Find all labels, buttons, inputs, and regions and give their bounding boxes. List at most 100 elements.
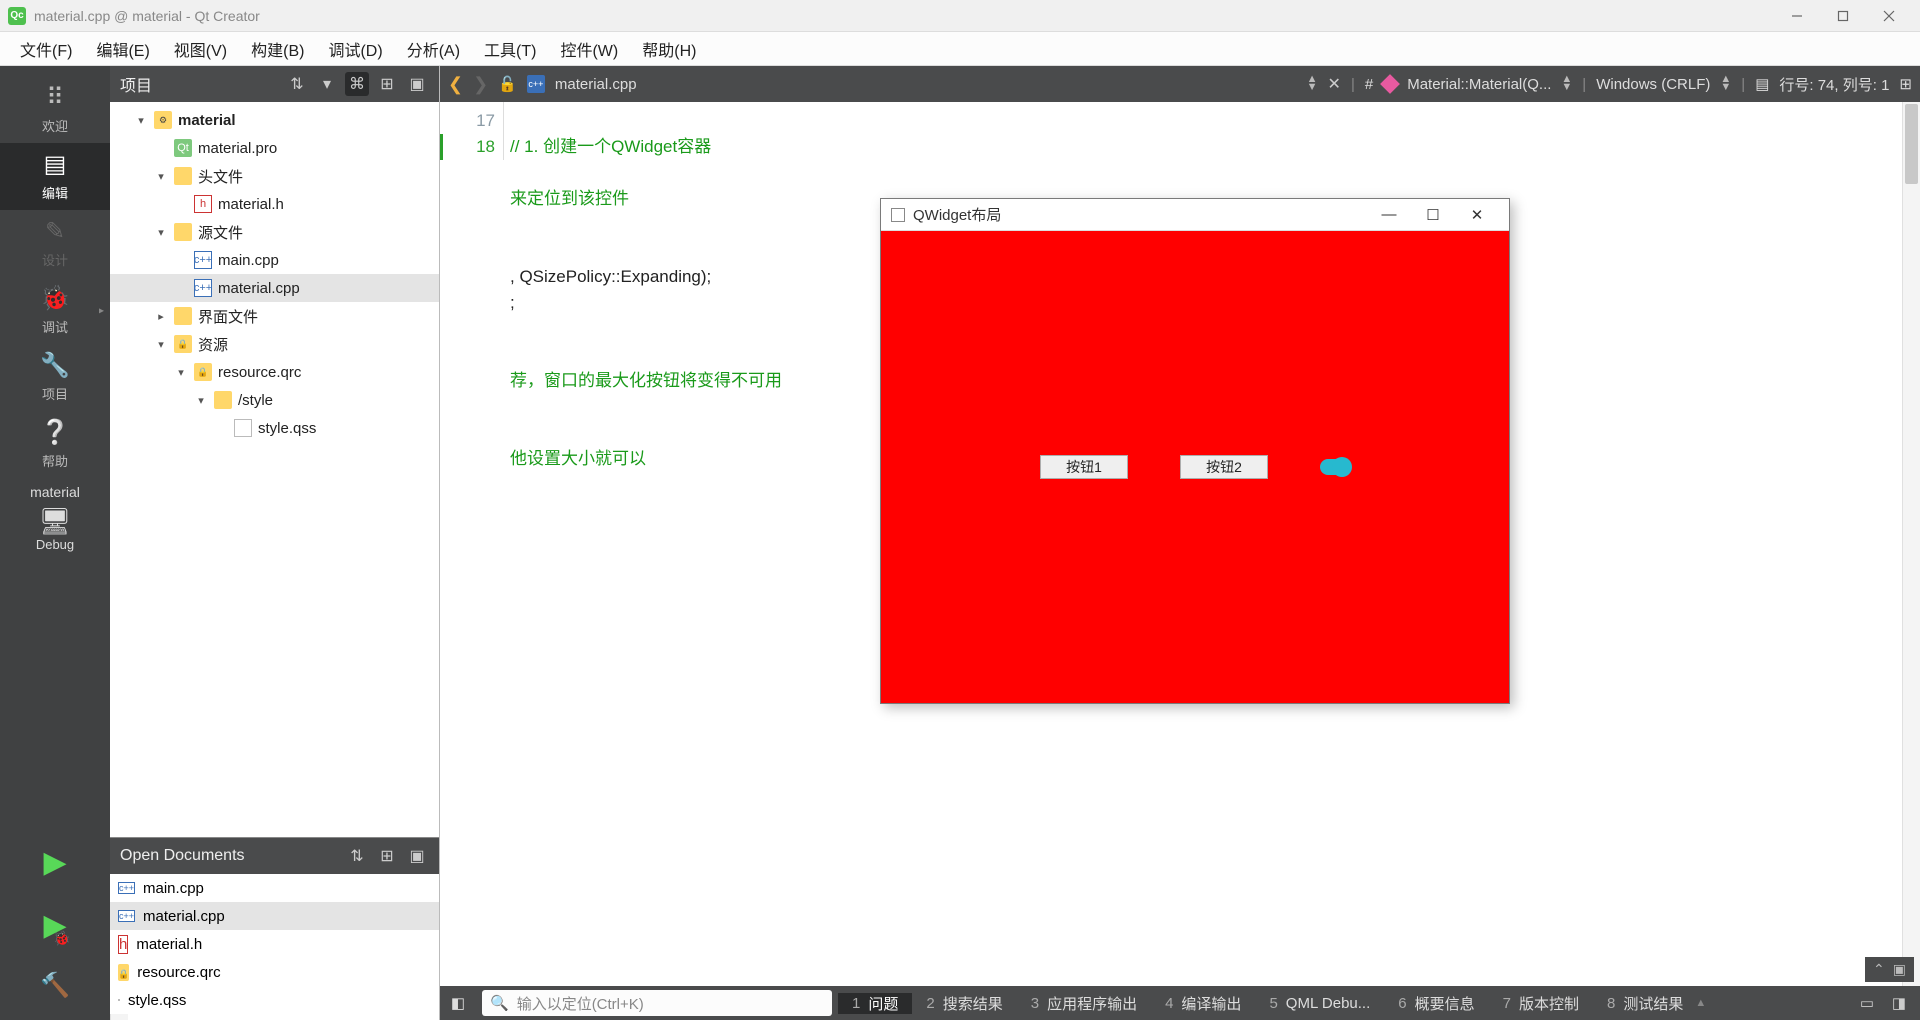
running-app-window[interactable]: QWidget布局 ― ☐ ✕ 按钮1 按钮2 xyxy=(880,198,1510,704)
mode-debug[interactable]: 🐞 调试 ▸ xyxy=(0,277,110,344)
project-panel-title: 项目 xyxy=(120,72,152,96)
output-pane-tabs: ◧ 🔍 输入以定位(Ctrl+K) 1问题 2搜索结果 3应用程序输出 4编译输… xyxy=(440,986,1920,1020)
nav-back-button[interactable]: ❮ xyxy=(448,74,463,95)
tree-forms-folder[interactable]: ▸界面文件 xyxy=(110,302,439,330)
h-file-icon: h xyxy=(118,935,128,954)
tree-source-main[interactable]: c++main.cpp xyxy=(110,246,439,274)
toggle-sidebar-button[interactable]: ◧ xyxy=(440,994,476,1012)
maximize-button[interactable] xyxy=(1820,0,1866,32)
symbol-switcher[interactable]: ▲▼ xyxy=(1561,76,1572,91)
app-button-1[interactable]: 按钮1 xyxy=(1040,455,1128,479)
sort-icon[interactable]: ⇅ xyxy=(345,844,369,868)
cursor-position[interactable]: 行号: 74, 列号: 1 xyxy=(1779,74,1889,95)
chevron-right-icon: ▸ xyxy=(99,305,104,316)
nav-forward-button[interactable]: ❯ xyxy=(473,74,488,95)
mode-help[interactable]: ❔ 帮助 xyxy=(0,411,110,478)
menu-build[interactable]: 构建(B) xyxy=(239,31,316,67)
output-tab-tests[interactable]: 8测试结果▲ xyxy=(1593,993,1720,1014)
menu-analyze[interactable]: 分析(A) xyxy=(395,31,472,67)
app-body: 按钮1 按钮2 xyxy=(881,231,1509,703)
hash-label: # xyxy=(1365,76,1373,93)
app-toggle[interactable] xyxy=(1320,459,1350,475)
mode-edit[interactable]: ▤ 编辑 xyxy=(0,143,110,210)
output-tab-issues[interactable]: 1问题 xyxy=(838,993,912,1014)
menu-tools[interactable]: 工具(T) xyxy=(472,31,548,67)
output-tab-qml[interactable]: 5QML Debu... xyxy=(1255,995,1384,1012)
tree-header-file[interactable]: hmaterial.h xyxy=(110,190,439,218)
menu-edit[interactable]: 编辑(E) xyxy=(84,31,161,67)
editor-filename[interactable]: material.cpp xyxy=(555,76,637,93)
qrc-icon xyxy=(194,363,212,381)
sort-icon[interactable]: ⇅ xyxy=(285,72,309,96)
editor-area: ❮ ❯ 🔓 c++ material.cpp ▲▼ ✕ | # Material… xyxy=(440,66,1920,1020)
app-window-icon xyxy=(891,208,905,222)
scrollbar[interactable] xyxy=(110,1014,128,1020)
file-switcher[interactable]: ▲▼ xyxy=(1307,76,1318,91)
menu-debug[interactable]: 调试(D) xyxy=(316,31,394,67)
app-button-2[interactable]: 按钮2 xyxy=(1180,455,1268,479)
output-tab-appout[interactable]: 3应用程序输出 xyxy=(1017,993,1151,1014)
run-button[interactable]: ▶ xyxy=(43,845,66,880)
filter-icon[interactable]: ▾ xyxy=(315,72,339,96)
add-split-icon[interactable]: ⊞ xyxy=(375,844,399,868)
tree-pro-file[interactable]: Qtmaterial.pro xyxy=(110,134,439,162)
opendoc-item[interactable]: c++material.cpp xyxy=(110,902,439,930)
mode-projects[interactable]: 🔧 项目 xyxy=(0,344,110,411)
split-icon[interactable]: ⊞ xyxy=(1899,75,1912,93)
output-tab-search[interactable]: 2搜索结果 xyxy=(912,993,1016,1014)
menubar: 文件(F) 编辑(E) 视图(V) 构建(B) 调试(D) 分析(A) 工具(T… xyxy=(0,32,1920,66)
toggle-right-sidebar-button[interactable]: ◨ xyxy=(1886,990,1912,1016)
menu-help[interactable]: 帮助(H) xyxy=(630,31,708,67)
app-close-button[interactable]: ✕ xyxy=(1455,199,1499,231)
minimize-button[interactable] xyxy=(1774,0,1820,32)
progress-button[interactable]: ▭ xyxy=(1854,990,1880,1016)
app-titlebar[interactable]: QWidget布局 ― ☐ ✕ xyxy=(881,199,1509,231)
mode-welcome[interactable]: ⠿ 欢迎 xyxy=(0,76,110,143)
mode-design[interactable]: ✎ 设计 xyxy=(0,210,110,277)
close-file-button[interactable]: ✕ xyxy=(1328,74,1341,94)
add-split-icon[interactable]: ⊞ xyxy=(375,72,399,96)
tree-resources-folder[interactable]: ▾资源 xyxy=(110,330,439,358)
panel-toggle-icon[interactable]: ▣ xyxy=(1893,961,1906,978)
encoding-switcher[interactable]: ▲▼ xyxy=(1720,76,1731,91)
app-maximize-button[interactable]: ☐ xyxy=(1411,199,1455,231)
opendoc-item[interactable]: c++main.cpp xyxy=(110,874,439,902)
tree-qss-file[interactable]: style.qss xyxy=(110,414,439,442)
menu-view[interactable]: 视图(V) xyxy=(162,31,239,67)
output-tab-general[interactable]: 6概要信息 xyxy=(1384,993,1488,1014)
tree-qrc-file[interactable]: ▾resource.qrc xyxy=(110,358,439,386)
locator-input[interactable]: 🔍 输入以定位(Ctrl+K) xyxy=(482,990,832,1016)
h-file-icon: h xyxy=(194,195,212,213)
file-icon xyxy=(234,419,252,437)
lock-icon[interactable]: 🔓 xyxy=(498,75,517,93)
panel-menu-icon[interactable]: ▣ xyxy=(405,72,429,96)
link-icon[interactable]: ⌘ xyxy=(345,72,369,96)
outline-icon[interactable]: ▤ xyxy=(1755,75,1769,93)
opendoc-item[interactable]: style.qss xyxy=(110,986,439,1014)
menu-file[interactable]: 文件(F) xyxy=(8,31,84,67)
opendoc-item[interactable]: hmaterial.h xyxy=(110,930,439,958)
output-tab-vcs[interactable]: 7版本控制 xyxy=(1489,993,1593,1014)
opendoc-item[interactable]: resource.qrc xyxy=(110,958,439,986)
kit-selector[interactable]: material 🖥 Debug xyxy=(30,484,80,552)
build-button[interactable]: 🔨 xyxy=(40,971,70,1000)
opendocs-list[interactable]: c++main.cpp c++material.cpp hmaterial.h … xyxy=(110,874,439,1014)
symbol-selector[interactable]: Material::Material(Q... xyxy=(1407,76,1551,93)
app-minimize-button[interactable]: ― xyxy=(1367,199,1411,231)
opendocs-title: Open Documents xyxy=(120,847,245,865)
tree-project-root[interactable]: ▾material xyxy=(110,106,439,134)
close-button[interactable] xyxy=(1866,0,1912,32)
collapse-up-icon[interactable]: ⌃ xyxy=(1873,961,1885,978)
output-tab-compile[interactable]: 4编译输出 xyxy=(1151,993,1255,1014)
panel-menu-icon[interactable]: ▣ xyxy=(405,844,429,868)
tree-source-material[interactable]: c++material.cpp xyxy=(110,274,439,302)
editor-scrollbar[interactable] xyxy=(1902,102,1920,986)
tree-sources-folder[interactable]: ▾源文件 xyxy=(110,218,439,246)
menu-widgets[interactable]: 控件(W) xyxy=(548,31,630,67)
project-tree[interactable]: ▾material Qtmaterial.pro ▾头文件 hmaterial.… xyxy=(110,102,439,837)
tree-headers-folder[interactable]: ▾头文件 xyxy=(110,162,439,190)
folder-icon xyxy=(174,223,192,241)
run-debug-button[interactable]: ▶🐞 xyxy=(43,908,66,943)
encoding-selector[interactable]: Windows (CRLF) xyxy=(1596,76,1710,93)
tree-style-folder[interactable]: ▾/style xyxy=(110,386,439,414)
